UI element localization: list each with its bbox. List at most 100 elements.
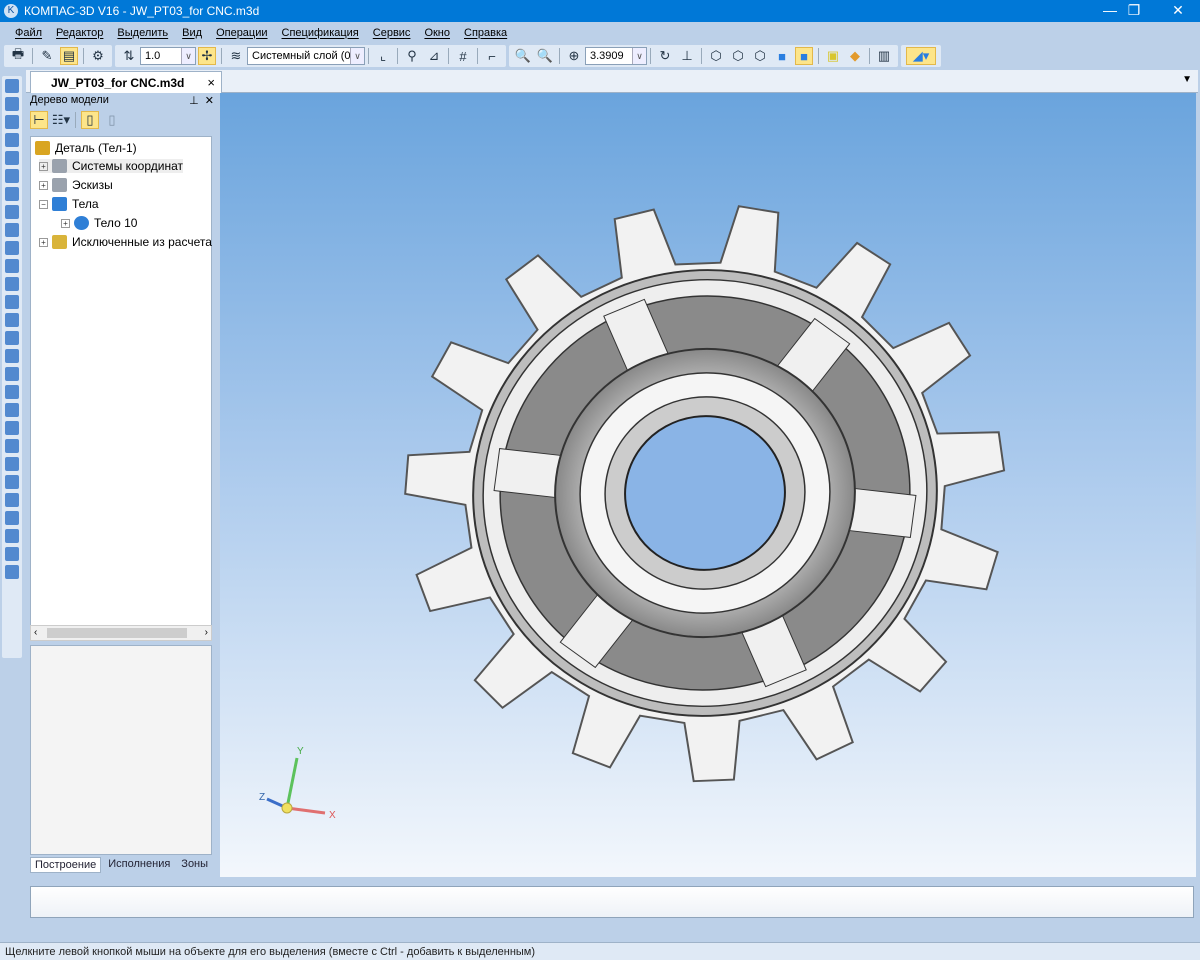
tool-icon[interactable] [5, 151, 19, 165]
tool-icon[interactable] [5, 241, 19, 255]
snap-icon[interactable]: ✢ [198, 47, 216, 65]
tab-zones[interactable]: Зоны [177, 857, 212, 873]
chevron-down-icon[interactable]: ∨ [181, 48, 195, 64]
tree-item-bodies[interactable]: − Тела [39, 197, 99, 211]
tab-versions[interactable]: Исполнения [104, 857, 174, 873]
expand-icon[interactable]: + [39, 237, 48, 247]
tool-icon[interactable] [5, 277, 19, 291]
menu-window[interactable]: Окно [424, 27, 450, 39]
tree-item-sketches[interactable]: + Эскизы [39, 178, 113, 192]
variables-icon[interactable]: ⚙ [89, 47, 107, 65]
section-icon[interactable]: ◆ [846, 47, 864, 65]
wireframe-icon[interactable]: ⬡ [707, 47, 725, 65]
measure-icon[interactable]: ⊿ [425, 47, 443, 65]
chevron-down-icon[interactable]: ∨ [350, 48, 364, 64]
pin-icon[interactable]: ⊥ [189, 95, 199, 107]
tree-item-coordinate-systems[interactable]: + Системы координат [39, 159, 183, 173]
menu-edit[interactable]: Редактор [56, 27, 103, 39]
tool-icon[interactable] [5, 187, 19, 201]
gear-model[interactable]: Y X Z [220, 93, 1196, 877]
tool-icon[interactable] [5, 367, 19, 381]
zoom-in-icon[interactable]: ⊕ [565, 47, 583, 65]
tool-icon[interactable] [5, 331, 19, 345]
scroll-right-icon[interactable]: › [205, 627, 208, 638]
tab-construction[interactable]: Построение [30, 857, 102, 873]
rotate-icon[interactable]: ↻ [656, 47, 674, 65]
menu-file[interactable]: Файл [15, 27, 42, 39]
tool-icon[interactable] [5, 259, 19, 273]
tree-item-part[interactable]: Деталь (Тел-1) [35, 141, 137, 155]
tree-item-excluded[interactable]: + Исключенные из расчета [39, 235, 212, 249]
close-button[interactable]: ✕ [1156, 0, 1200, 22]
step-icon[interactable]: ⇅ [120, 47, 138, 65]
3d-viewport[interactable]: Y X Z [220, 93, 1196, 877]
chevron-down-icon[interactable]: ∨ [632, 48, 646, 64]
tool-icon[interactable] [5, 223, 19, 237]
tab-document[interactable]: JW_PT03_for CNC.m3d × [30, 71, 222, 93]
tab-close-icon[interactable]: × [207, 75, 215, 90]
zoom-combo[interactable]: 3.3909 ∨ [585, 47, 647, 65]
menu-operations[interactable]: Операции [216, 27, 267, 39]
tool-icon[interactable] [5, 169, 19, 183]
tab-list-dropdown-icon[interactable]: ▼ [1182, 74, 1192, 85]
tool-icon[interactable] [5, 475, 19, 489]
grid-icon[interactable]: # [454, 47, 472, 65]
tree-view-mode-icon[interactable]: ☷▾ [52, 111, 70, 129]
menu-specification[interactable]: Спецификация [282, 27, 359, 39]
attach-icon[interactable]: ⚲ [403, 47, 421, 65]
color-style-icon[interactable]: ◢▾ [906, 47, 936, 65]
tool-icon[interactable] [5, 313, 19, 327]
menu-select[interactable]: Выделить [117, 27, 168, 39]
properties-icon[interactable]: ▤ [60, 47, 78, 65]
tool-icon[interactable] [5, 529, 19, 543]
local-cs-icon[interactable]: ⌞ [374, 47, 392, 65]
shaded-icon[interactable]: ■ [773, 47, 791, 65]
tool-icon[interactable] [5, 457, 19, 471]
tool-icon[interactable] [5, 511, 19, 525]
tree-item-body-10[interactable]: + Тело 10 [61, 216, 137, 230]
zoom-window-icon[interactable]: 🔍 [514, 47, 532, 65]
step-combo[interactable]: 1.0 ∨ [140, 47, 196, 65]
tool-icon[interactable] [5, 385, 19, 399]
tool-icon[interactable] [5, 493, 19, 507]
tool-icon[interactable] [5, 421, 19, 435]
panel-close-icon[interactable]: ✕ [205, 95, 214, 107]
expand-icon[interactable]: + [61, 218, 70, 228]
scroll-thumb[interactable] [47, 628, 187, 638]
restore-button[interactable]: ❐ [1112, 0, 1156, 22]
print-icon[interactable]: 🖶 [9, 46, 27, 65]
tool-icon[interactable] [5, 97, 19, 111]
tool-icon[interactable] [5, 565, 19, 579]
ortho-icon[interactable]: ⌐ [483, 47, 501, 65]
tool-icon[interactable] [5, 79, 19, 93]
tool-icon[interactable] [5, 133, 19, 147]
hidden-lines-icon[interactable]: ⬡ [729, 47, 747, 65]
tool-icon[interactable] [5, 349, 19, 363]
expand-icon[interactable]: + [39, 161, 48, 171]
orientation-icon[interactable]: ⊥ [678, 47, 696, 65]
shaded-edges-icon[interactable]: ■ [795, 47, 813, 65]
zoom-all-icon[interactable]: 🔍 [536, 47, 554, 65]
tool-icon[interactable] [5, 547, 19, 561]
expand-icon[interactable]: + [39, 180, 48, 190]
tool-icon[interactable] [5, 439, 19, 453]
scroll-left-icon[interactable]: ‹ [34, 627, 37, 638]
menu-view[interactable]: Вид [182, 27, 202, 39]
layers-icon[interactable]: ≋ [227, 47, 245, 65]
tree-structure-icon[interactable]: ⊢ [30, 111, 48, 129]
tree-copy-icon[interactable]: ▯ [103, 111, 121, 129]
tree-doc-icon[interactable]: ▯ [81, 111, 99, 129]
collapse-icon[interactable]: − [39, 199, 48, 209]
tool-icon[interactable] [5, 403, 19, 417]
tool-icon[interactable] [5, 295, 19, 309]
brush-icon[interactable]: ✎ [38, 47, 56, 65]
menu-help[interactable]: Справка [464, 27, 507, 39]
tree-horizontal-scrollbar[interactable]: ‹ › [30, 625, 212, 641]
thin-hidden-icon[interactable]: ⬡ [751, 47, 769, 65]
tool-icon[interactable] [5, 115, 19, 129]
layer-combo[interactable]: Системный слой (0) ∨ [247, 47, 365, 65]
tree-panel-icon[interactable]: ▥ [875, 47, 893, 65]
tool-icon[interactable] [5, 205, 19, 219]
perspective-icon[interactable]: ▣ [824, 47, 842, 65]
menu-service[interactable]: Сервис [373, 27, 411, 39]
